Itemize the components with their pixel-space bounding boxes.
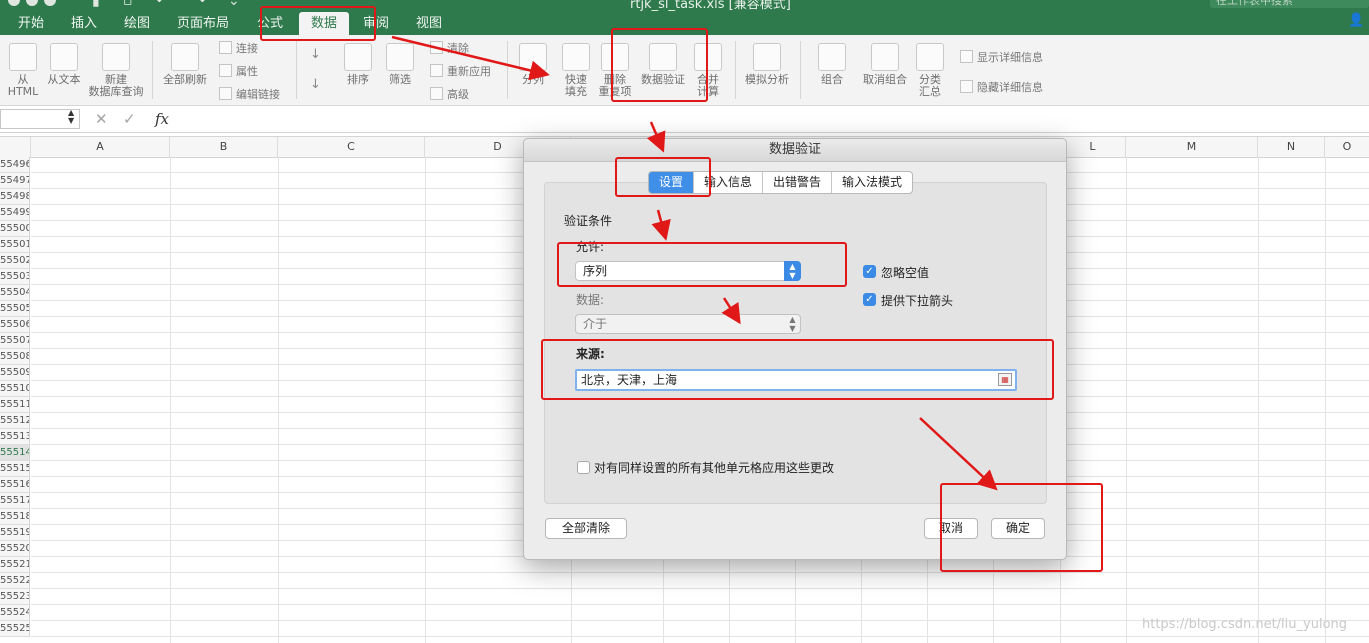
annotation-arrow — [651, 209, 671, 241]
annotation-arrow — [721, 297, 741, 325]
watermark: https://blog.csdn.net/liu_yulong — [1142, 617, 1348, 632]
annotation-arrow — [646, 121, 666, 153]
annotation-arrow — [391, 35, 550, 81]
annotation-arrow — [919, 417, 998, 491]
annotation-arrows — [391, 35, 998, 491]
